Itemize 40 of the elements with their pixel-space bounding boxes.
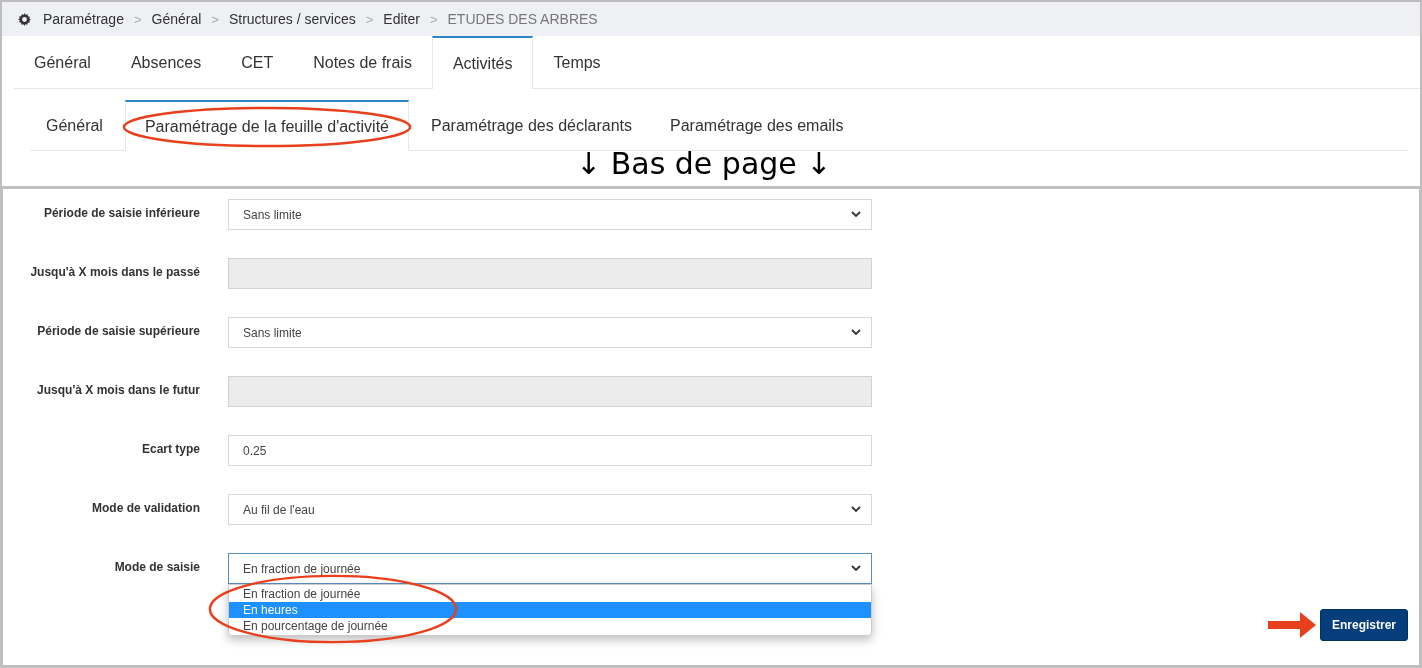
select-field[interactable]: Au fil de l'eau [228, 494, 872, 525]
breadcrumb-separator: > [211, 11, 219, 27]
sub-tab[interactable]: Paramétrage de la feuille d'activité [124, 100, 409, 151]
breadcrumb-link[interactable]: Général [151, 11, 202, 27]
tab[interactable]: Activités [431, 36, 534, 89]
select-field[interactable]: En fraction de journée [228, 553, 872, 584]
select-field[interactable]: Sans limite [228, 317, 872, 348]
breadcrumb-separator: > [365, 11, 374, 27]
chevron-down-icon [851, 211, 861, 218]
tab[interactable]: Général [14, 36, 111, 88]
chevron-down-icon [851, 329, 861, 336]
chevron-down-icon [851, 565, 861, 572]
sub-tab[interactable]: Paramétrage des déclarants [415, 100, 648, 150]
field-label: Mode de validation [91, 500, 200, 515]
select-field[interactable]: Sans limite [228, 199, 872, 230]
sub-tab[interactable]: Général [30, 100, 119, 150]
breadcrumb-link[interactable]: Structures / services [228, 11, 356, 27]
tab[interactable]: CET [221, 36, 294, 88]
dropdown-option[interactable]: En pourcentage de journée [229, 618, 871, 634]
field-label: Ecart type [140, 441, 200, 456]
chevron-down-icon [851, 506, 861, 513]
gear-icon [18, 12, 31, 26]
dropdown-option[interactable]: En fraction de journée [229, 586, 871, 602]
arrow-right-icon [1267, 612, 1316, 638]
save-button[interactable]: Enregistrer [1319, 609, 1408, 641]
tab[interactable]: Temps [533, 36, 621, 88]
tab[interactable]: Notes de frais [293, 36, 432, 88]
breadcrumb-link[interactable]: Editer [383, 11, 420, 27]
breadcrumb-separator: > [133, 11, 142, 27]
sub-tab[interactable]: Paramétrage des emails [654, 100, 860, 150]
breadcrumb-link[interactable]: Paramétrage [43, 11, 124, 27]
field-label: Période de saisie inférieure [42, 205, 200, 220]
input-field[interactable]: 0.25 [228, 435, 872, 466]
field-label: Période de saisie supérieure [36, 323, 200, 338]
tab[interactable]: Absences [110, 36, 222, 88]
breadcrumb-link[interactable]: ETUDES DES ARBRES [447, 11, 598, 27]
field-label: Jusqu'à X mois dans le futur [36, 382, 200, 397]
breadcrumb-separator: > [429, 11, 438, 27]
field-label: Jusqu'à X mois dans le passé [29, 264, 200, 279]
field-label: Mode de saisie [113, 559, 200, 574]
